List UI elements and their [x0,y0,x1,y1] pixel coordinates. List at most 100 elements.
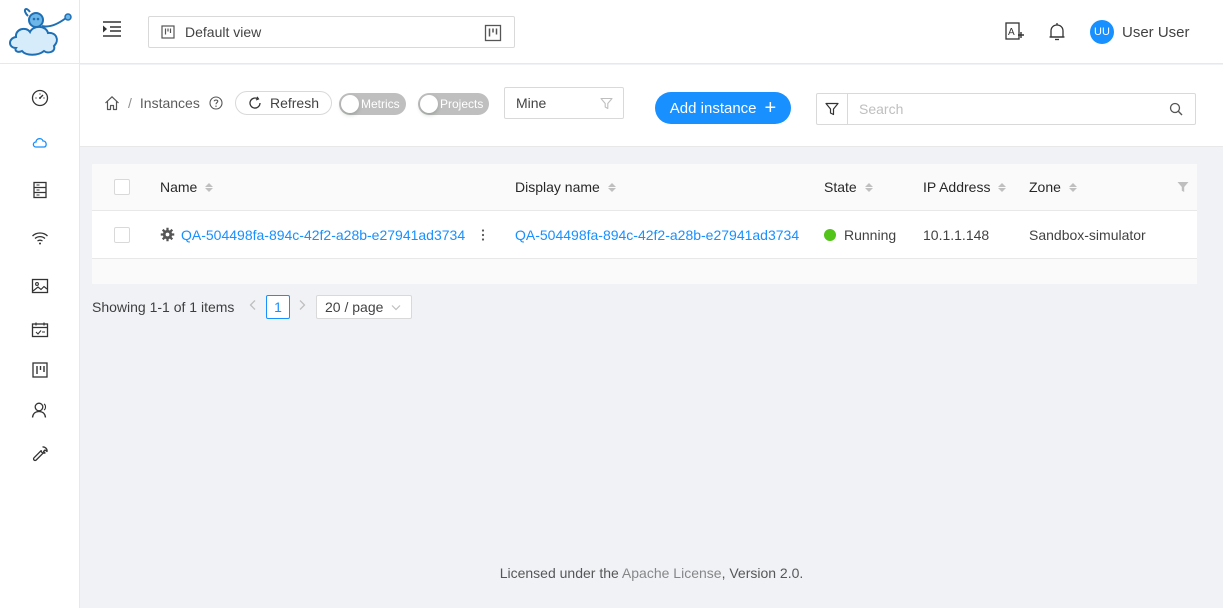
instance-name-link[interactable]: QA-504498fa-894c-42f2-a28b-e27941ad3734 [181,227,465,243]
user-name: User User [1122,23,1190,41]
sort-icon [998,182,1007,192]
page-size-select[interactable]: 20 / page [316,295,412,319]
question-circle-icon[interactable] [209,96,223,110]
row-state-cell: Running [824,211,896,258]
advanced-filter-button[interactable] [816,93,848,125]
zone-name: Sandbox-simulator [1029,226,1146,243]
filter-icon [600,97,613,110]
home-icon[interactable] [104,95,120,111]
select-all-checkbox[interactable] [114,179,130,195]
refresh-button[interactable]: Refresh [235,91,332,115]
license-prefix: Licensed under the [499,565,619,581]
license-suffix: , Version 2.0. [721,565,804,581]
row-name-cell: QA-504498fa-894c-42f2-a28b-e27941ad3734 [160,211,465,258]
add-instance-label: Add instance [669,99,757,117]
tool-icon [32,446,48,462]
status-dot-icon [824,228,836,241]
column-state-label: State [824,179,857,195]
app-logo[interactable] [0,0,79,64]
bell-icon [1049,23,1065,41]
cloud-icon [32,138,47,148]
row-display-name-cell: QA-504498fa-894c-42f2-a28b-e27941ad3734 [515,211,799,258]
pagination: Showing 1-1 of 1 items 1 20 / page [92,295,492,319]
previous-page-button[interactable] [248,298,258,314]
sort-icon [205,182,214,192]
ownership-filter-value: Mine [516,95,547,111]
row-zone-cell: Sandbox-simulator [1029,211,1146,258]
apache-license-link[interactable]: Apache License [622,565,722,581]
more-vertical-icon [481,228,485,241]
ownership-filter-select[interactable]: Mine [504,87,624,119]
top-header: Default view A UU User User [80,0,1223,64]
status-text: Running [844,226,897,243]
wifi-icon [32,232,48,245]
database-icon [33,181,47,199]
column-display-name[interactable]: Display name [515,164,616,210]
search-icon[interactable] [1169,102,1183,116]
search-input[interactable] [848,94,1148,124]
column-name-label: Name [160,179,198,195]
reload-icon [249,96,261,109]
menu-fold-icon [103,21,121,37]
cloud-monkey-logo-icon [8,7,72,56]
ip-address: 10.1.1.148 [923,226,990,243]
pagination-total: Showing 1-1 of 1 items [92,299,235,315]
translation-icon: A [1005,22,1024,40]
nav-tools[interactable] [0,434,80,474]
breadcrumb: / Instances [104,95,223,111]
page-1-button[interactable]: 1 [266,295,290,319]
license-footer: Licensed under the Apache License, Versi… [80,565,1223,581]
notifications-button[interactable] [1046,21,1068,43]
projects-toggle-label: Projects [440,97,484,111]
plus-icon: + [764,97,777,119]
table-header: Name Display name State IP Address Zone [92,164,1197,211]
column-ip-label: IP Address [923,179,991,195]
filter-icon [825,102,839,116]
row-checkbox[interactable] [114,226,130,243]
column-state[interactable]: State [824,164,873,210]
page-size-value: 20 / page [325,299,384,315]
setting-icon [160,227,175,242]
add-instance-button[interactable]: Add instance + [655,92,791,124]
nav-projects[interactable] [0,350,80,390]
chevron-left-icon [249,300,256,310]
translate-button[interactable]: A [1004,21,1026,43]
next-page-button[interactable] [297,298,307,314]
sort-icon [607,182,616,192]
view-selector-value: Default view [185,24,262,40]
nav-dashboard[interactable] [0,78,80,118]
row-ip-cell: 10.1.1.148 [923,211,989,258]
breadcrumb-separator: / [128,95,132,111]
collapse-menu-button[interactable] [102,20,124,42]
nav-accounts[interactable] [0,390,80,430]
projects-toggle[interactable]: Projects [418,93,490,115]
metrics-toggle-label: Metrics [361,97,400,111]
nav-compute[interactable] [0,122,80,162]
nav-network[interactable] [0,218,80,258]
column-zone[interactable]: Zone [1029,164,1077,210]
nav-events[interactable] [0,310,80,350]
table-footer-spacer [92,259,1197,284]
page-toolbar: / Instances Refresh Metrics Projects Min… [80,65,1223,147]
nav-images[interactable] [0,266,80,306]
row-actions-button[interactable] [481,211,485,258]
instances-table: Name Display name State IP Address Zone [92,164,1197,284]
project-icon [32,362,48,378]
sort-icon [1068,182,1077,192]
chevron-right-icon [299,300,306,310]
metrics-toggle[interactable]: Metrics [339,93,406,115]
table-row[interactable]: QA-504498fa-894c-42f2-a28b-e27941ad3734 … [92,211,1197,259]
column-ip-address[interactable]: IP Address [923,164,1007,210]
user-icon [31,402,47,418]
user-menu[interactable]: UU User User [1090,20,1190,44]
view-selector[interactable]: Default view [148,16,515,48]
nav-storage[interactable] [0,170,80,210]
column-filter-button[interactable] [1177,164,1189,210]
display-name-link[interactable]: QA-504498fa-894c-42f2-a28b-e27941ad3734 [515,227,799,243]
column-name[interactable]: Name [160,164,214,210]
column-display-name-label: Display name [515,179,600,195]
row-select-cell [114,211,130,258]
project-icon [484,24,502,42]
schedule-icon [31,322,49,338]
picture-icon [31,278,49,294]
